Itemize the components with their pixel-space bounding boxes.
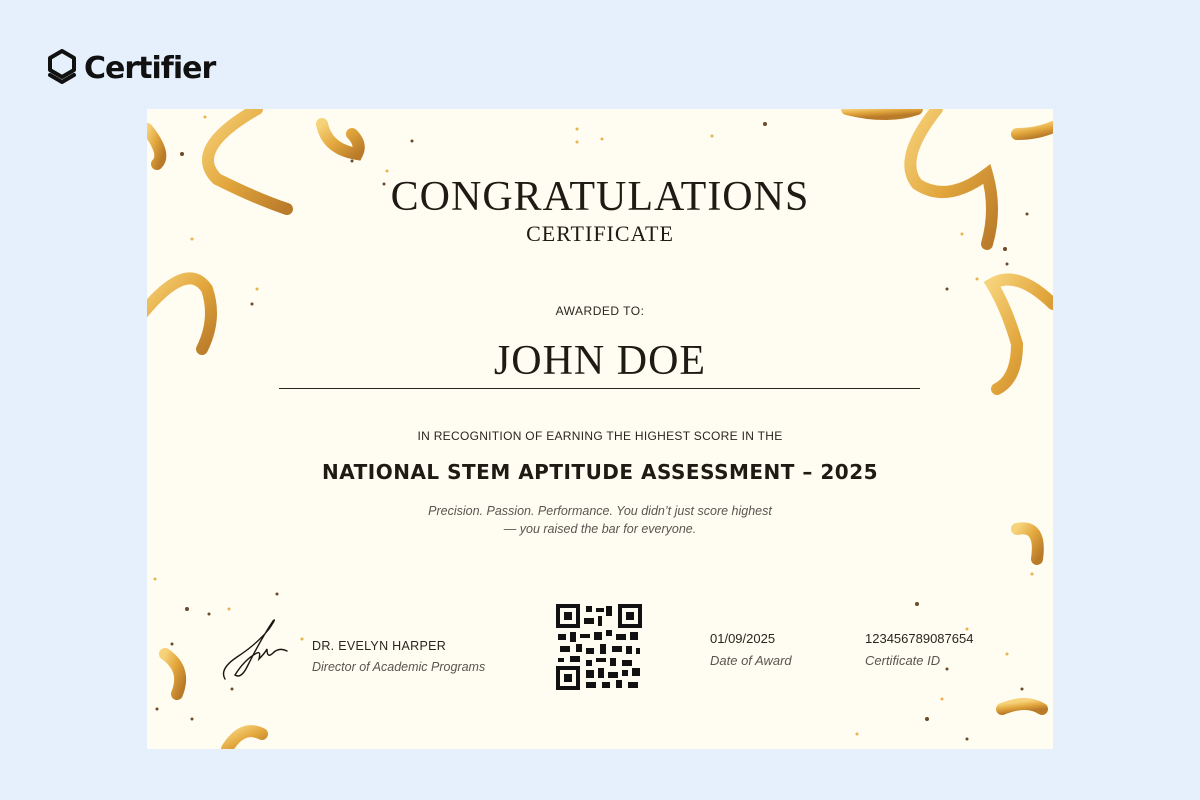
awarded-to-label: AWARDED TO: [555,304,645,318]
tagline-line-1: Precision. Passion. Performance. You did… [428,504,772,518]
tagline-line-2: — you raised the bar for everyone. [503,522,697,536]
certificate-id-label: Certificate ID [865,653,941,668]
recipient-name: JOHN DOE [493,338,707,384]
award-date-value: 01/09/2025 [710,631,776,646]
signature-icon [222,619,288,680]
brand-header: Certifier [48,48,216,88]
certifier-logo-icon [48,49,76,84]
certificate-id-value: 123456789087654 [865,631,974,646]
name-underline [279,388,920,389]
award-date-label: Date of Award [710,653,792,668]
qr-code-icon[interactable] [556,604,642,690]
certificate: CONGRATULATIONS CERTIFICATE AWARDED TO: … [147,109,1053,749]
assessment-name: NATIONAL STEM APTITUDE ASSESSMENT – 2025 [321,460,879,484]
recognition-text: IN RECOGNITION OF EARNING THE HIGHEST SC… [417,429,783,443]
tagline: Precision. Passion. Performance. You did… [147,502,1053,538]
brand-name: Certifier [84,50,216,86]
certificate-title: CONGRATULATIONS [390,174,810,220]
signer-role: Director of Academic Programs [312,660,486,674]
certificate-subtitle: CERTIFICATE [526,221,674,246]
signer-name: DR. EVELYN HARPER [312,639,447,653]
